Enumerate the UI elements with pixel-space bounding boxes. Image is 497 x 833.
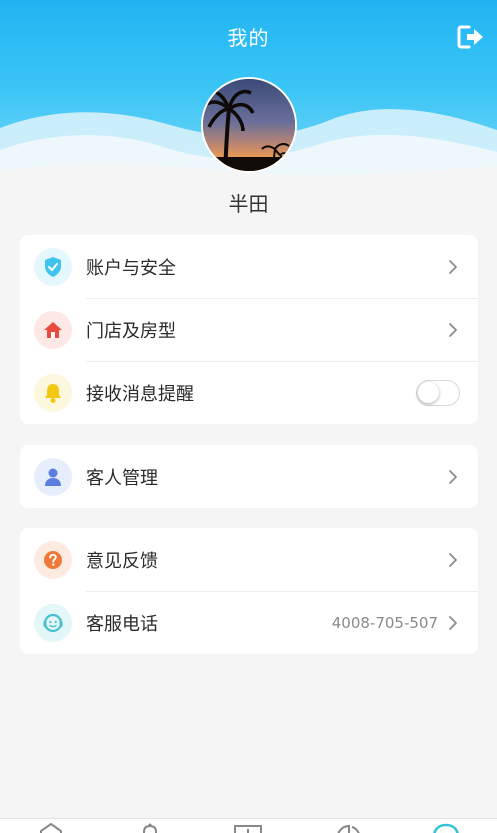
notification-toggle[interactable] [416,379,460,406]
menu-item-label: 账户与安全 [86,257,176,279]
chevron-right-icon [449,615,457,630]
profile-nav-icon[interactable] [431,823,461,833]
bell-nav-icon[interactable] [135,823,165,833]
phone-number: 4008-705-507 [331,613,438,632]
question-icon [34,540,72,579]
settings-card-support: 意见反馈 客服电话 4008-705-507 [20,528,478,654]
chevron-right-icon [449,322,457,337]
menu-item-label: 客人管理 [86,467,158,489]
menu-item-label: 门店及房型 [86,320,176,342]
menu-item-label: 客服电话 [86,613,158,635]
shield-check-icon [34,247,72,286]
avatar[interactable] [201,77,297,173]
toggle-knob [418,381,439,403]
profile-page: 我的 半田 账户与安全 门店及房型 接收消息提醒 客人管理 意见反馈 客服电话 … [0,0,497,833]
customer-service-icon [34,603,72,642]
house-icon [34,310,72,349]
menu-item-guest-management[interactable]: 客人管理 [20,445,478,508]
menu-item-label: 意见反馈 [86,550,158,572]
bottom-nav [0,818,497,833]
username: 半田 [228,192,269,216]
palm-tree-sunset-avatar [203,79,295,171]
menu-item-store-room-type[interactable]: 门店及房型 [20,298,478,361]
chart-nav-icon[interactable] [333,823,363,833]
menu-item-label: 接收消息提醒 [86,383,194,405]
menu-item-customer-service-phone[interactable]: 客服电话 4008-705-507 [20,591,478,654]
chevron-right-icon [449,552,457,567]
person-icon [34,457,72,496]
chevron-right-icon [449,469,457,484]
settings-card-guests: 客人管理 [20,445,478,508]
home-icon[interactable] [36,823,66,833]
settings-card-account: 账户与安全 门店及房型 接收消息提醒 [20,235,478,424]
calendar-nav-icon[interactable] [233,823,263,833]
menu-item-message-notifications: 接收消息提醒 [20,361,478,424]
bell-icon [34,373,72,412]
menu-item-feedback[interactable]: 意见反馈 [20,528,478,591]
menu-item-account-security[interactable]: 账户与安全 [20,235,478,298]
chevron-right-icon [449,259,457,274]
page-title: 我的 [227,26,270,50]
logout-icon[interactable] [457,24,485,50]
